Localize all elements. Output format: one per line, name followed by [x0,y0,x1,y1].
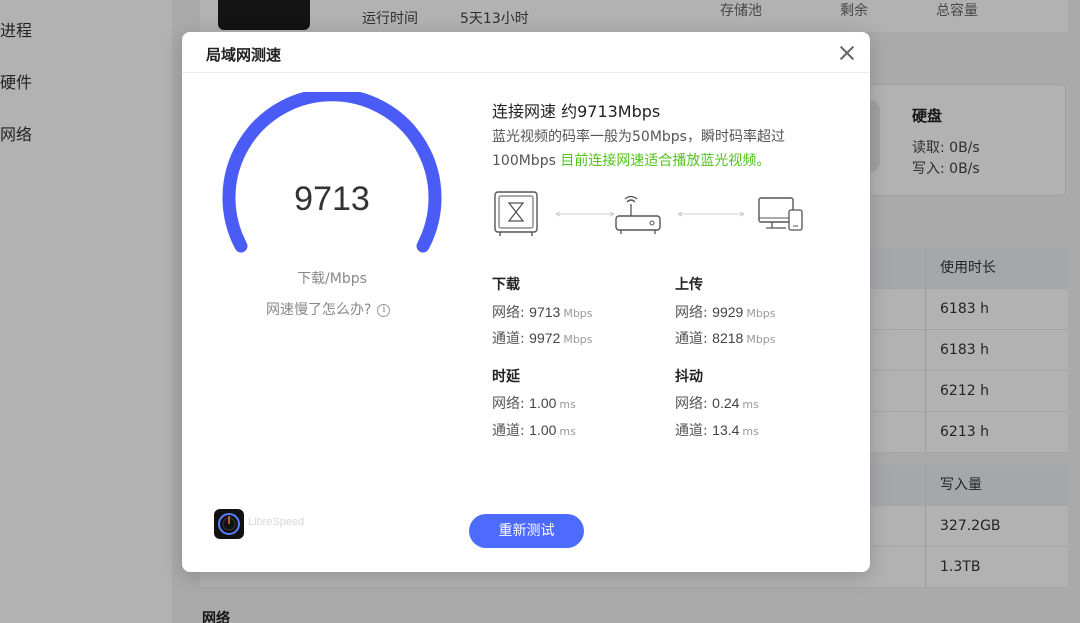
download-channel: 通道: 9972 Mbps [492,328,593,348]
slow-speed-help-link[interactable]: 网速慢了怎么办? i [266,299,391,319]
latency-network-label: 网络: [492,396,530,412]
latency-channel-value: 1.00 [529,422,557,438]
latency-title: 时延 [492,369,520,385]
upload-channel-value: 8218 [712,330,744,346]
info-icon[interactable]: i [377,303,391,317]
link-arrow-left [555,211,615,217]
upload-channel-unit: Mbps [746,333,776,346]
upload-network-unit: Mbps [746,307,776,320]
description-highlight: 目前连接网速适合播放蓝光视频。 [560,153,771,169]
jitter-channel: 通道: 13.4 ms [675,420,759,440]
jitter-channel-unit: ms [742,425,759,438]
upload-channel: 通道: 8218 Mbps [675,328,776,348]
network-topology [494,191,803,236]
description-prefix: 100Mbps [492,153,561,169]
latency-channel-unit: ms [559,425,576,438]
download-network-label: 网络: [492,305,530,321]
upload-network: 网络: 9929 Mbps [675,302,776,322]
jitter-network: 网络: 0.24 ms [675,393,759,413]
download-channel-unit: Mbps [563,333,593,346]
download-title: 下载 [492,277,520,293]
help-text: 网速慢了怎么办? [266,302,372,318]
latency-network-value: 1.00 [529,395,557,411]
description-line-2: 100Mbps 目前连接网速适合播放蓝光视频。 [492,150,770,170]
download-network-unit: Mbps [563,307,593,320]
computer-phone-icon [758,197,803,231]
upload-channel-label: 通道: [675,331,713,347]
jitter-title: 抖动 [675,369,703,385]
gauge-value: 9713 [294,180,370,218]
jitter-channel-value: 13.4 [712,422,740,438]
download-channel-label: 通道: [492,331,530,347]
connection-speed-title: 连接网速 约9713Mbps [492,102,661,121]
download-channel-value: 9972 [529,330,561,346]
dialog-title: 局域网测速 [206,46,282,64]
jitter-network-value: 0.24 [712,395,740,411]
latency-channel: 通道: 1.00 ms [492,420,576,440]
link-arrow-right [677,211,745,217]
nas-device-icon [494,191,538,236]
download-network: 网络: 9713 Mbps [492,302,593,322]
speed-test-dialog: 局域网测速 9713 下载/Mbps 网速慢了怎么办? i 连接网速 约9713M… [182,32,870,572]
librespeed-label: LibreSpeed [248,516,305,528]
router-icon [615,195,661,234]
jitter-network-label: 网络: [675,396,713,412]
close-icon[interactable] [838,44,856,62]
librespeed-logo-icon [214,509,244,539]
upload-network-value: 9929 [712,304,744,320]
latency-network-unit: ms [559,398,576,411]
download-network-value: 9713 [529,304,561,320]
upload-title: 上传 [675,277,703,293]
latency-network: 网络: 1.00 ms [492,393,576,413]
retest-button[interactable]: 重新测试 [469,514,584,548]
jitter-network-unit: ms [742,398,759,411]
upload-network-label: 网络: [675,305,713,321]
description-line-1: 蓝光视频的码率一般为50Mbps，瞬时码率超过 [492,129,785,145]
jitter-channel-label: 通道: [675,423,713,439]
gauge-unit: 下载/Mbps [297,271,367,287]
dialog-header: 局域网测速 [182,32,870,73]
latency-channel-label: 通道: [492,423,530,439]
